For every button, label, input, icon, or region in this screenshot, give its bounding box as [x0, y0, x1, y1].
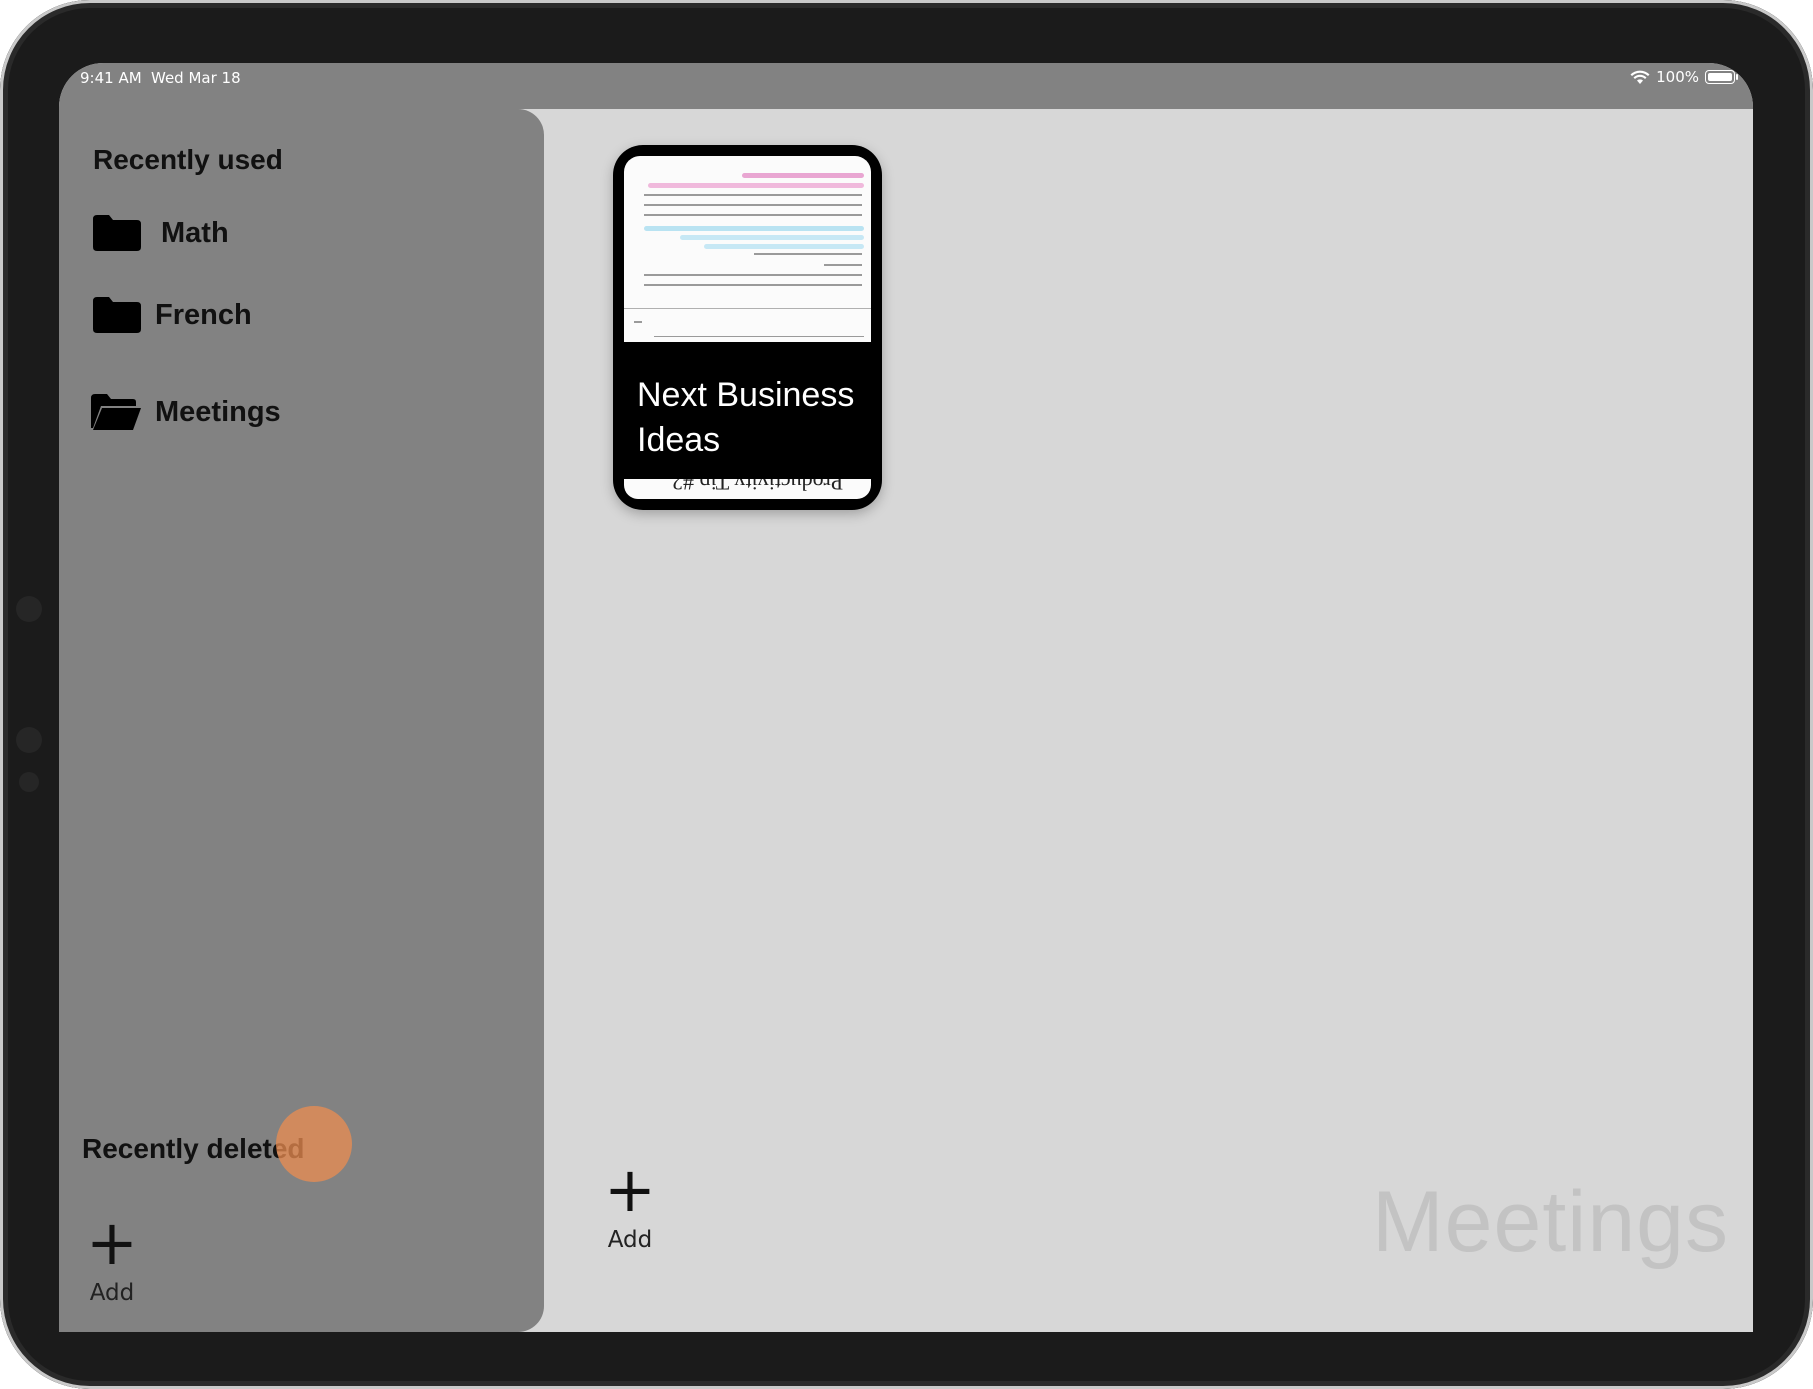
side-button	[16, 596, 42, 622]
sidebar-add-button[interactable]: + Add	[86, 1206, 138, 1307]
side-button	[19, 772, 39, 792]
folder-icon	[93, 297, 141, 333]
note-title: Next Business Ideas	[637, 376, 855, 459]
add-label: Add	[89, 1280, 135, 1306]
folder-name-watermark: Meetings	[1372, 1174, 1729, 1270]
recently-used-title: Recently used	[93, 144, 283, 175]
status-date: Wed Mar 18	[151, 69, 241, 87]
note-card[interactable]: Next Business Ideas Productivity Tip #2	[613, 145, 882, 510]
side-button	[16, 727, 42, 753]
folder-open-icon	[91, 394, 141, 430]
plus-icon: +	[86, 1206, 138, 1279]
battery-icon	[1705, 70, 1738, 84]
add-note-button[interactable]: + Add	[604, 1153, 656, 1254]
status-indicators: 100%	[1630, 68, 1738, 86]
folder-label: French	[155, 298, 252, 331]
screen: 9:41 AM Wed Mar 18 100% Recently used Ma…	[59, 63, 1753, 1332]
folder-icon	[93, 215, 141, 251]
note-thumbnail-footer: Productivity Tip #2	[624, 479, 871, 499]
recently-deleted-link[interactable]: Recently deleted	[82, 1133, 305, 1165]
sidebar-folder-french[interactable]: French	[93, 297, 252, 333]
folder-label: Meetings	[155, 395, 281, 428]
sidebar-folder-math[interactable]: Math	[93, 215, 229, 251]
folder-label: Math	[161, 216, 229, 249]
sidebar-folder-meetings[interactable]: Meetings	[91, 394, 281, 430]
note-preview-footer: Productivity Tip #2	[672, 479, 844, 495]
note-thumbnail	[624, 156, 871, 342]
wifi-icon	[1630, 70, 1650, 84]
battery-percent: 100%	[1656, 68, 1699, 86]
ipad-frame: 9:41 AM Wed Mar 18 100% Recently used Ma…	[0, 0, 1813, 1389]
plus-icon: +	[604, 1153, 656, 1226]
status-bar: 9:41 AM Wed Mar 18 100%	[59, 63, 1753, 109]
status-time: 9:41 AM	[80, 69, 142, 87]
add-label: Add	[607, 1227, 653, 1253]
touch-indicator	[276, 1106, 352, 1182]
